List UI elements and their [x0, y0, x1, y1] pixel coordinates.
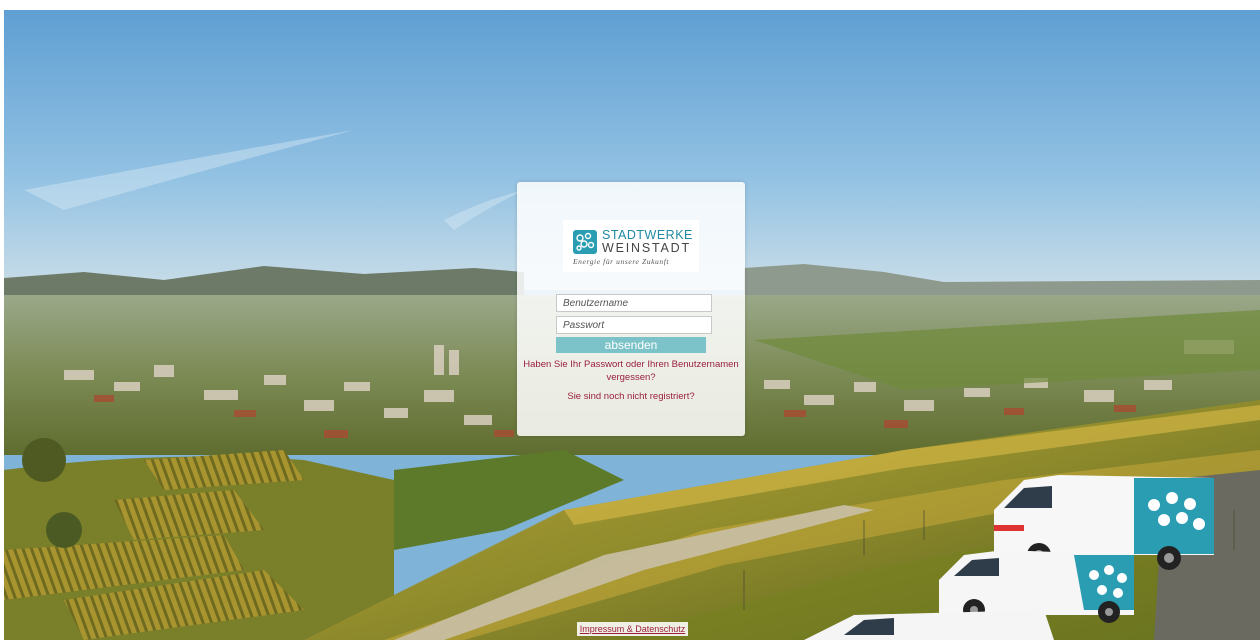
- submit-button[interactable]: absenden: [556, 337, 706, 353]
- register-link[interactable]: Sie sind noch nicht registriert?: [517, 390, 745, 403]
- logo-brand-line1: STADTWERKE: [602, 228, 693, 242]
- stadtwerke-logo: STADTWERKE WEINSTADT Energie für unsere …: [563, 220, 699, 272]
- username-input[interactable]: [556, 294, 712, 312]
- stadtwerke-logo-icon: [573, 230, 597, 254]
- logo-brand-line2: WEINSTADT: [602, 241, 691, 255]
- imprint-privacy-link[interactable]: Impressum & Datenschutz: [577, 622, 688, 636]
- logo-tagline: Energie für unsere Zukunft: [573, 257, 670, 266]
- login-card: STADTWERKE WEINSTADT Energie für unsere …: [517, 182, 745, 436]
- forgot-password-link[interactable]: Haben Sie Ihr Passwort oder Ihren Benutz…: [517, 358, 745, 384]
- password-input[interactable]: [556, 316, 712, 334]
